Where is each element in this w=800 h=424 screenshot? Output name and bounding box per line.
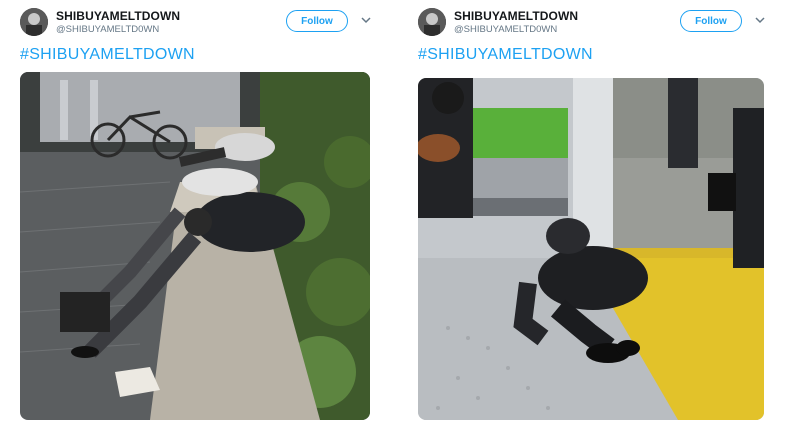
follow-button[interactable]: Follow <box>680 10 742 32</box>
hashtag-link[interactable]: #SHIBUYAMELTDOWN <box>20 46 195 64</box>
user-handle[interactable]: @SHIBUYAMELTD0WN <box>454 24 557 35</box>
tweet-card-1: SHIBUYAMELTDOWN @SHIBUYAMELTD0WN Follow … <box>8 0 393 424</box>
username[interactable]: SHIBUYAMELTDOWN <box>56 9 180 23</box>
username[interactable]: SHIBUYAMELTDOWN <box>454 9 578 23</box>
avatar[interactable] <box>20 8 48 36</box>
hashtag-link[interactable]: #SHIBUYAMELTDOWN <box>418 46 593 64</box>
tweet-card-2: SHIBUYAMELTDOWN @SHIBUYAMELTD0WN Follow … <box>406 0 791 424</box>
follow-button[interactable]: Follow <box>286 10 348 32</box>
chevron-down-icon[interactable] <box>360 14 372 26</box>
avatar[interactable] <box>418 8 446 36</box>
chevron-down-icon[interactable] <box>754 14 766 26</box>
user-handle[interactable]: @SHIBUYAMELTD0WN <box>56 24 159 35</box>
tweet-photo[interactable] <box>20 72 370 420</box>
tweet-photo[interactable] <box>418 78 764 420</box>
